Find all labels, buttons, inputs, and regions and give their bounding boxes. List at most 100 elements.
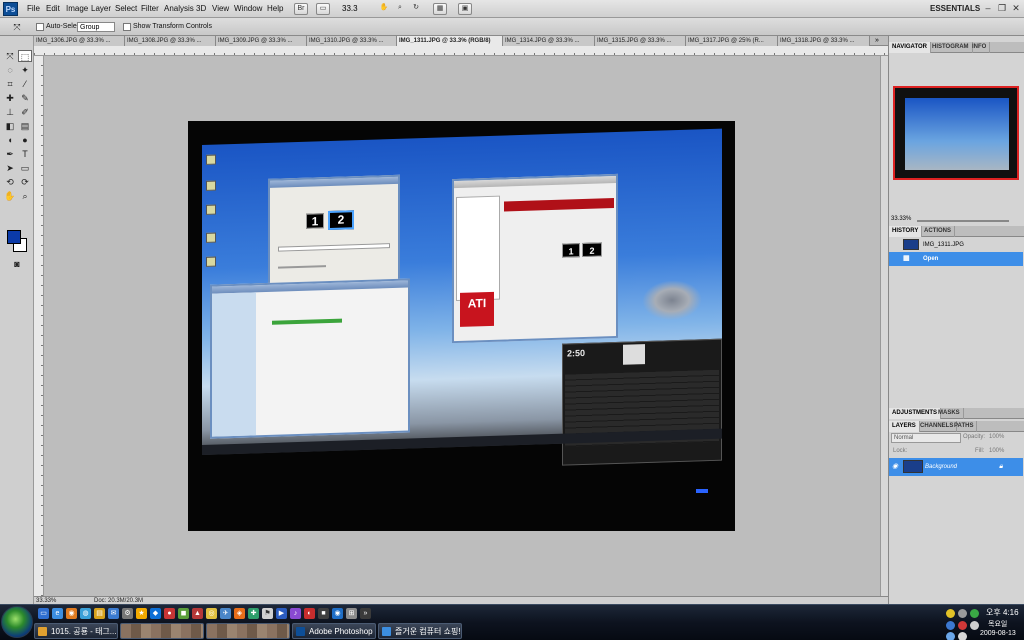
path-selection-icon[interactable]: ➤ bbox=[3, 162, 17, 174]
close-button[interactable]: ✕ bbox=[1010, 3, 1022, 14]
screen-mode-icon[interactable]: ▣ bbox=[458, 3, 472, 15]
magic-wand-icon[interactable]: ✦ bbox=[18, 64, 32, 76]
tab-img-1308[interactable]: IMG_1308.JPG @ 33.3% ... bbox=[125, 36, 216, 46]
clock-time[interactable]: 오후 4:16 bbox=[986, 607, 1019, 618]
navigator-zoom-slider[interactable] bbox=[917, 220, 1009, 222]
taskbar-button-tag[interactable]: 1015. 공룡 - 태그... bbox=[34, 623, 118, 639]
foreground-color-front[interactable] bbox=[7, 230, 21, 244]
clock-date[interactable]: 2009-08-13 bbox=[980, 630, 1016, 637]
taskbar-button-blurred[interactable] bbox=[120, 623, 204, 639]
tab-adjustments[interactable]: ADJUSTMENTS bbox=[889, 408, 942, 419]
tab-img-1315[interactable]: IMG_1315.JPG @ 33.3% ... bbox=[595, 36, 686, 46]
pen-tool-icon[interactable]: ✒ bbox=[3, 148, 17, 160]
move-tool-icon[interactable]: ⤧ bbox=[3, 50, 17, 62]
bridge-icon[interactable]: Br bbox=[294, 3, 308, 15]
zoom-tool-icon[interactable]: ⌕ bbox=[18, 190, 32, 202]
rotate-view-icon[interactable]: ↻ bbox=[409, 3, 423, 15]
tab-info[interactable]: INFO bbox=[969, 42, 991, 53]
tab-masks[interactable]: MASKS bbox=[935, 408, 964, 419]
history-snapshot[interactable]: IMG_1311.JPG bbox=[889, 238, 1023, 252]
layer-visibility-eye-icon[interactable]: ◉ bbox=[892, 458, 898, 476]
menu-edit[interactable]: Edit bbox=[46, 0, 60, 18]
tab-img-1314[interactable]: IMG_1314.JPG @ 33.3% ... bbox=[503, 36, 595, 46]
tray-icon[interactable] bbox=[970, 609, 979, 618]
menu-image[interactable]: Image bbox=[66, 0, 88, 18]
history-brush-icon[interactable]: ✐ bbox=[18, 106, 32, 118]
menu-view[interactable]: View bbox=[212, 0, 229, 18]
tray-icon[interactable] bbox=[946, 632, 955, 640]
network-icon[interactable] bbox=[946, 621, 955, 630]
menu-3d[interactable]: 3D bbox=[196, 0, 206, 18]
quick-mask-icon[interactable]: ◙ bbox=[10, 258, 24, 270]
tab-histogram[interactable]: HISTOGRAM bbox=[929, 42, 973, 53]
opacity-value[interactable]: 100% bbox=[989, 434, 1004, 440]
app-icon[interactable]: ● bbox=[164, 608, 175, 619]
blend-mode-select[interactable]: Normal bbox=[891, 433, 961, 443]
clone-stamp-icon[interactable]: ⊥ bbox=[3, 106, 17, 118]
app-icon[interactable]: ▶ bbox=[276, 608, 287, 619]
tab-img-1309[interactable]: IMG_1309.JPG @ 33.3% ... bbox=[216, 36, 307, 46]
tab-actions[interactable]: ACTIONS bbox=[921, 226, 955, 237]
volume-icon[interactable] bbox=[970, 621, 979, 630]
restore-button[interactable]: ❐ bbox=[996, 3, 1008, 14]
lasso-tool-icon[interactable]: ◌ bbox=[3, 64, 17, 76]
tab-layers[interactable]: LAYERS bbox=[889, 421, 920, 432]
tray-icon[interactable] bbox=[958, 632, 967, 640]
auto-select-checkbox[interactable] bbox=[36, 23, 44, 31]
healing-brush-icon[interactable]: ✚ bbox=[3, 92, 17, 104]
menu-analysis[interactable]: Analysis bbox=[164, 0, 194, 18]
eraser-icon[interactable]: ◧ bbox=[3, 120, 17, 132]
taskbar-button-shopping[interactable]: 즐거운 컴퓨터 쇼핑!... bbox=[378, 623, 462, 639]
start-button[interactable] bbox=[1, 606, 33, 638]
tray-icon[interactable] bbox=[958, 621, 967, 630]
navigator-preview[interactable] bbox=[893, 86, 1019, 180]
history-state-open[interactable]: ▦ Open bbox=[889, 252, 1023, 266]
arrange-documents-icon[interactable]: ▦ bbox=[433, 3, 447, 15]
app-icon[interactable]: ⊞ bbox=[346, 608, 357, 619]
vertical-scrollbar[interactable] bbox=[880, 56, 888, 596]
3d-camera-icon[interactable]: ⟳ bbox=[18, 176, 32, 188]
minimize-button[interactable]: – bbox=[982, 3, 994, 14]
taskbar-button-blurred[interactable] bbox=[206, 623, 290, 639]
app-icon[interactable]: ◉ bbox=[332, 608, 343, 619]
workspace-switcher[interactable]: ESSENTIALS bbox=[930, 3, 980, 15]
more-tabs-icon[interactable]: » bbox=[875, 36, 879, 46]
eyedropper-icon[interactable]: ⁄ bbox=[18, 78, 32, 90]
clock-day[interactable]: 목요일 bbox=[988, 619, 1007, 629]
3d-rotate-icon[interactable]: ⟲ bbox=[3, 176, 17, 188]
app-icon[interactable]: ◍ bbox=[80, 608, 91, 619]
type-tool-icon[interactable]: T bbox=[18, 148, 32, 160]
app-icon[interactable]: ◈ bbox=[234, 608, 245, 619]
app-icon[interactable]: ■ bbox=[318, 608, 329, 619]
firefox-icon[interactable]: ◉ bbox=[66, 608, 77, 619]
move-tool-preset-icon[interactable]: ⤧ bbox=[10, 21, 24, 33]
app-icon[interactable]: ▲ bbox=[192, 608, 203, 619]
fill-value[interactable]: 100% bbox=[989, 448, 1004, 454]
dodge-tool-icon[interactable]: ● bbox=[18, 134, 32, 146]
tab-img-1310[interactable]: IMG_1310.JPG @ 33.3% ... bbox=[307, 36, 397, 46]
show-transform-checkbox[interactable] bbox=[123, 23, 131, 31]
app-icon[interactable]: ✈ bbox=[220, 608, 231, 619]
tray-icon[interactable] bbox=[958, 609, 967, 618]
app-icon[interactable]: ⚑ bbox=[262, 608, 273, 619]
crop-tool-icon[interactable]: ⌗ bbox=[3, 78, 17, 90]
zoom-icon[interactable]: ⌕ bbox=[393, 3, 407, 15]
app-icon[interactable]: ◎ bbox=[206, 608, 217, 619]
app-icon[interactable]: ◼ bbox=[178, 608, 189, 619]
app-icon[interactable]: ✚ bbox=[248, 608, 259, 619]
layer-background[interactable]: ◉ Background 🔒︎ bbox=[889, 458, 1023, 476]
tab-img-1311[interactable]: IMG_1311.JPG @ 33.3% (RGB/8) bbox=[397, 36, 503, 46]
app-icon[interactable]: ✉ bbox=[108, 608, 119, 619]
tab-navigator[interactable]: NAVIGATOR bbox=[889, 42, 932, 53]
tab-paths[interactable]: PATHS bbox=[951, 421, 978, 432]
show-desktop-icon[interactable]: ▭ bbox=[38, 608, 49, 619]
app-icon[interactable]: ◐ bbox=[304, 608, 315, 619]
menu-filter[interactable]: Filter bbox=[141, 0, 159, 18]
marquee-tool-icon[interactable]: ⬚ bbox=[18, 50, 32, 62]
auto-select-type-dropdown[interactable]: Group bbox=[77, 22, 115, 32]
app-icon[interactable]: ◆ bbox=[150, 608, 161, 619]
menu-select[interactable]: Select bbox=[115, 0, 137, 18]
more-quicklaunch-icon[interactable]: » bbox=[360, 608, 371, 619]
gradient-tool-icon[interactable]: ▤ bbox=[18, 120, 32, 132]
tab-img-1318[interactable]: IMG_1318.JPG @ 33.3% ... bbox=[778, 36, 870, 46]
